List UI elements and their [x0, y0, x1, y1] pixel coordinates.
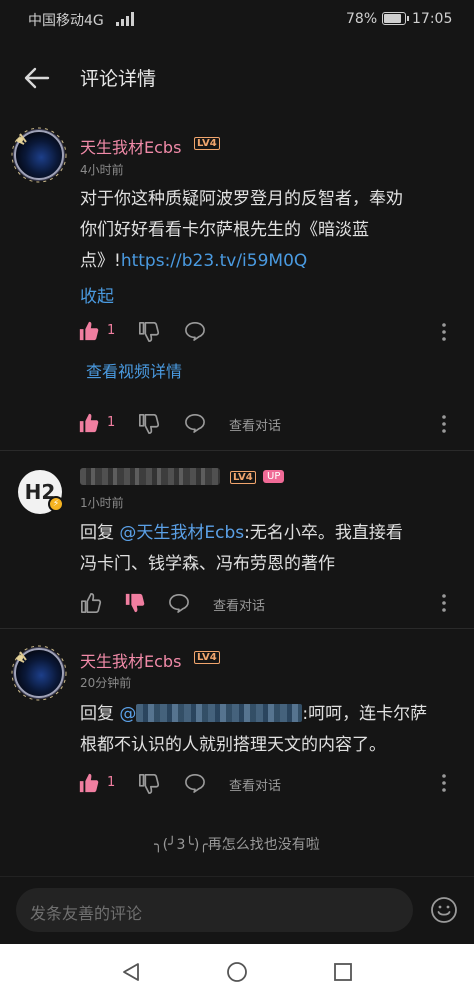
- comment-time: 20分钟前: [80, 676, 132, 690]
- reply-prefix: 回复: [80, 523, 120, 543]
- comment-text-fragment: 点》!: [80, 251, 121, 271]
- reply-prefix: 回复: [80, 704, 120, 724]
- comment-time: 4小时前: [80, 163, 124, 177]
- like-count: 1: [107, 415, 116, 430]
- more-icon[interactable]: [438, 592, 450, 614]
- more-icon[interactable]: [438, 772, 450, 794]
- short-link[interactable]: https://b23.tv/i59M0Q: [121, 251, 307, 271]
- level-badge: LV4: [194, 651, 220, 664]
- view-conversation-link[interactable]: 查看对话: [213, 595, 265, 614]
- username[interactable]: 天生我材Ecbs: [80, 134, 181, 158]
- system-nav-bar: [0, 944, 474, 1000]
- view-video-details-link[interactable]: 查看视频详情: [86, 358, 182, 382]
- comment-line: 你们好好看看卡尔萨根先生的《暗淡蓝: [80, 220, 369, 240]
- divider: [0, 628, 474, 629]
- comment-text: 对于你这种质疑阿波罗登月的反智者，奉劝 你们好好看看卡尔萨根先生的《暗淡蓝 点》…: [80, 184, 460, 277]
- like-icon[interactable]: [78, 772, 100, 794]
- view-conversation-link[interactable]: 查看对话: [229, 775, 281, 794]
- reply-icon[interactable]: [184, 773, 206, 793]
- dislike-icon[interactable]: [124, 592, 146, 614]
- blurred-mention[interactable]: [136, 704, 303, 722]
- comment-line: 冯卡门、钱学森、冯布劳恩的著作: [80, 554, 335, 574]
- comment-text: 回复 @ :呵呵，连卡尔萨 根都不认识的人就别搭理天文的内容了。: [80, 699, 460, 761]
- level-badge: LV4: [194, 137, 220, 150]
- like-icon[interactable]: [78, 320, 100, 342]
- reply-icon[interactable]: [184, 413, 206, 433]
- view-conversation-link[interactable]: 查看对话: [229, 415, 281, 434]
- comment-line: 对于你这种质疑阿波罗登月的反智者，奉劝: [80, 189, 403, 209]
- comment-line: 回复 @天生我材Ecbs:无名小卒。我直接看: [80, 518, 460, 549]
- comment-text: 回复 @天生我材Ecbs:无名小卒。我直接看 冯卡门、钱学森、冯布劳恩的著作: [80, 518, 460, 580]
- avatar[interactable]: [11, 127, 67, 183]
- nav-back-icon[interactable]: [120, 961, 142, 983]
- more-icon[interactable]: [438, 321, 450, 343]
- like-count: 1: [107, 775, 116, 790]
- divider: [0, 876, 474, 877]
- avatar[interactable]: [11, 645, 67, 701]
- comment-input[interactable]: 发条友善的评论: [16, 888, 413, 932]
- comment-line: 根都不认识的人就别搭理天文的内容了。: [80, 735, 386, 755]
- collapse-link[interactable]: 收起: [80, 282, 114, 307]
- nav-home-icon[interactable]: [226, 961, 248, 983]
- end-of-list-note: ╮(╯3╰)╭再怎么找也没有啦: [0, 834, 474, 854]
- battery-icon: [382, 12, 409, 25]
- avatar[interactable]: H2 ⚡: [18, 470, 64, 514]
- carrier-label: 中国移动4G: [28, 13, 104, 29]
- reply-icon[interactable]: [184, 321, 206, 341]
- avatar-frame-icon: [11, 127, 67, 183]
- clock: 17:05: [412, 11, 453, 27]
- comment-text-fragment: :呵呵，连卡尔萨: [302, 704, 428, 724]
- more-icon[interactable]: [438, 413, 450, 435]
- avatar-frame-icon: [11, 645, 67, 701]
- like-icon[interactable]: [80, 592, 102, 614]
- level-badge: LV4: [230, 471, 256, 484]
- dislike-icon[interactable]: [138, 413, 160, 435]
- comment-time: 1小时前: [80, 496, 124, 510]
- like-count: 1: [107, 323, 116, 338]
- dislike-icon[interactable]: [138, 321, 160, 343]
- like-icon[interactable]: [78, 412, 100, 434]
- status-bar: 中国移动4G 78% 17:05: [0, 0, 474, 40]
- page-title: 评论详情: [80, 68, 157, 90]
- lightning-badge-icon: ⚡: [48, 496, 64, 512]
- nav-recents-icon[interactable]: [332, 961, 354, 983]
- comment-text-fragment: :无名小卒。我直接看: [244, 523, 403, 543]
- end-text: 再怎么找也没有啦: [207, 837, 320, 853]
- dislike-icon[interactable]: [138, 773, 160, 795]
- mention-link[interactable]: @天生我材Ecbs: [119, 523, 244, 543]
- mention-link[interactable]: @: [119, 704, 136, 724]
- comment-line: 点》!https://b23.tv/i59M0Q: [80, 246, 460, 277]
- divider: [0, 450, 474, 451]
- signal-icon: [116, 12, 134, 26]
- reply-icon[interactable]: [168, 593, 190, 613]
- username[interactable]: 天生我材Ecbs: [80, 648, 181, 672]
- comment-line: 回复 @ :呵呵，连卡尔萨: [80, 699, 460, 730]
- end-face: ╮(╯3╰)╭: [154, 837, 208, 853]
- emoji-icon[interactable]: [430, 896, 458, 924]
- back-arrow-icon[interactable]: [22, 63, 52, 93]
- up-badge: UP: [263, 470, 285, 483]
- blurred-username[interactable]: [80, 468, 220, 485]
- battery-percent: 78%: [346, 11, 378, 27]
